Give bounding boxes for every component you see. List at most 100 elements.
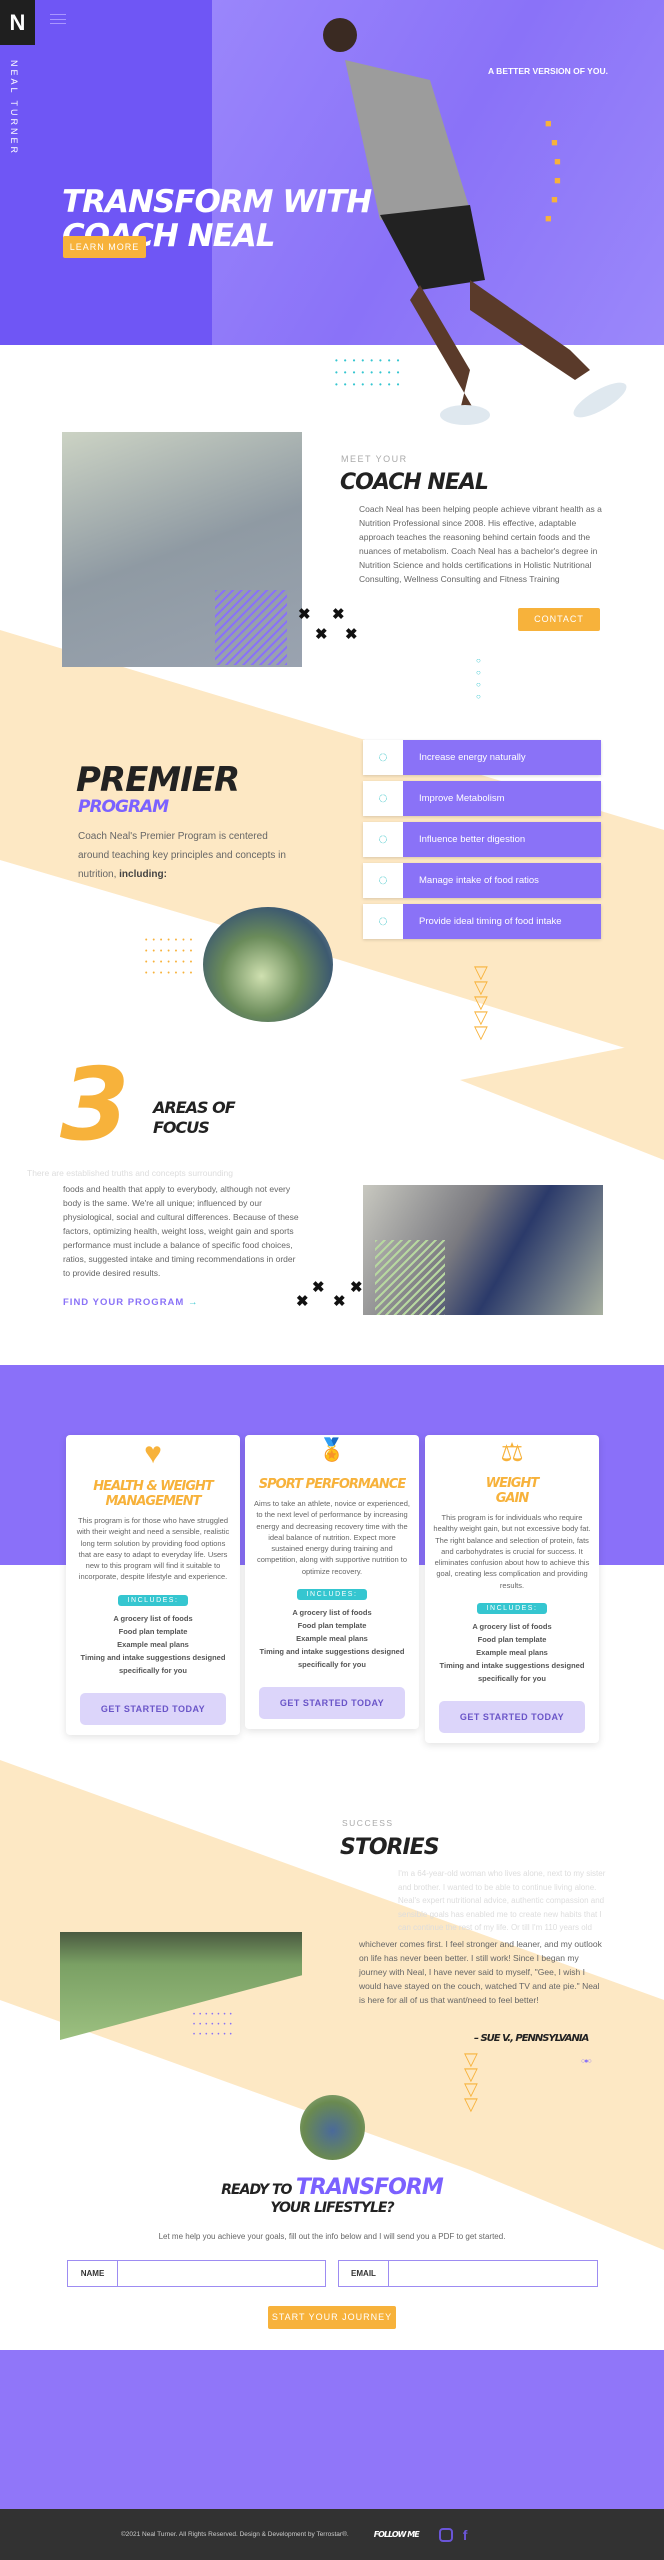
program-description: This program is for individuals who requ… [433,1513,591,1590]
contact-button[interactable]: CONTACT [518,608,600,631]
benefit-item: ◌ Influence better digestion [363,822,601,857]
email-field[interactable]: EMAIL [338,2260,598,2287]
footer-copyright: ©2021 Neal Turner. All Rights Reserved. … [121,2531,349,2538]
cta-avatar-photo [300,2095,365,2160]
program-card-sport: 🏅 SPORT PERFORMANCE Aims to take an athl… [245,1435,419,1730]
footer: ©2021 Neal Turner. All Rights Reserved. … [0,2509,664,2560]
areas-number: 3 [60,1046,130,1163]
program-description: Aims to take an athlete, novice or exper… [254,1499,410,1576]
menu-hamburger-icon[interactable] [50,14,66,24]
benefit-label: Influence better digestion [403,822,601,857]
benefit-item: ◌ Manage intake of food ratios [363,863,601,898]
cta-subtitle: Let me help you achieve your goals, fill… [158,2232,506,2241]
start-your-journey-button[interactable]: START YOUR JOURNEY [268,2306,396,2329]
include-item: Food plan template [118,1626,188,1636]
include-item: Food plan template [297,1621,367,1631]
learn-more-button[interactable]: LEARN MORE [63,236,146,258]
facebook-icon[interactable]: f [463,2527,468,2543]
includes-list: A grocery list of foods Food plan templat… [74,1612,232,1677]
scale-tape-icon: ⚖ [500,1437,524,1467]
cta-title-a: READY TO [221,2182,292,2198]
purple-hatch-decoration [215,590,287,665]
x-mark-icon: ✖ [298,606,311,623]
get-started-button[interactable]: GET STARTED TODAY [259,1687,405,1720]
benefit-label: Manage intake of food ratios [403,863,601,898]
about-eyebrow: MEET YOUR [341,454,408,464]
purple-dot-grid-decoration: ••••••• ••••••• ••••••• [193,2012,236,2038]
include-item: A grocery list of foods [292,1608,372,1618]
hero-title-line1: TRANSFORM WITH [62,184,372,220]
x-mark-icon: ✖ [296,1293,309,1310]
program-title: WEIGHT GAIN [485,1476,539,1506]
hero-left-panel [0,0,212,345]
get-started-button[interactable]: GET STARTED TODAY [439,1701,585,1734]
include-item: Food plan template [477,1635,547,1645]
benefit-label: Provide ideal timing of food intake [403,904,601,939]
premier-title: PREMIER [76,760,240,800]
check-circle-icon: ◌ [363,740,403,775]
name-input[interactable] [118,2261,325,2286]
program-card-health: ♥ HEALTH & WEIGHT MANAGEMENT This progra… [66,1435,240,1735]
teal-dot-grid-decoration: •••••••• •••••••• •••••••• [335,356,406,389]
includes-badge: INCLUDES: [296,1589,368,1601]
premier-subtitle: PROGRAM [78,797,169,817]
instagram-icon[interactable] [438,2527,453,2542]
testimonial-quote: whichever comes first. I feel stronger a… [359,1939,602,2005]
premier-body-text: Coach Neal's Premier Program is centered… [78,831,286,880]
logo[interactable]: N [0,0,35,45]
benefit-label: Improve Metabolism [403,781,601,816]
premier-benefits-list: ◌ Increase energy naturally ◌ Improve Meta… [363,740,601,939]
include-item: Example meal plans [296,1634,368,1644]
x-mark-icon: ✖ [315,626,328,643]
includes-list: A grocery list of foods Food plan templat… [253,1606,411,1671]
about-body: Coach Neal has been helping people achie… [359,504,602,584]
orange-triangles-decoration: ▽ ▽ ▽ ▽ ▽ [474,962,488,1042]
heart-rate-icon: ♥ [144,1437,162,1470]
cta-title-c: YOUR LIFESTYLE? [270,2200,394,2216]
testimonial-author: – SUE V., PENNSYLVANIA [474,2033,589,2044]
get-started-button[interactable]: GET STARTED TODAY [80,1692,226,1725]
stories-title: STORIES [340,1835,440,1860]
about-title: COACH NEAL [340,470,489,495]
areas-title-line1: AREAS OF [153,1098,236,1117]
orange-dot-grid-decoration: ••••••• ••••••• ••••••• ••••••• [145,937,198,977]
peach-band-4 [460,1040,664,1160]
check-circle-icon: ◌ [363,822,403,857]
carousel-dots[interactable]: ○●○ [581,2058,592,2065]
includes-list: A grocery list of foods Food plan templat… [433,1620,591,1685]
name-label: NAME [68,2261,118,2286]
email-input[interactable] [389,2261,597,2286]
find-program-label: FIND YOUR PROGRAM [63,1297,185,1308]
include-item: Example meal plans [476,1648,548,1658]
x-mark-icon: ✖ [350,1279,363,1296]
orange-triangles-decoration: ▽ ▽ ▽ ▽ [464,2049,478,2114]
email-label: EMAIL [339,2261,389,2286]
program-card-weight-gain: ⚖ WEIGHT GAIN This program is for indivi… [425,1435,599,1744]
program-title: HEALTH & WEIGHT MANAGEMENT [93,1479,214,1509]
include-item: Timing and intake suggestions designed s… [80,1652,226,1675]
cta-title-b: TRANSFORM [295,2175,444,2200]
green-hatch-decoration [375,1240,445,1315]
bottom-image-band [0,2350,664,2510]
include-item: Timing and intake suggestions designed s… [259,1647,405,1670]
x-mark-icon: ✖ [332,606,345,623]
include-item: A grocery list of foods [472,1622,552,1632]
benefit-item: ◌ Increase energy naturally [363,740,601,775]
includes-badge: INCLUDES: [117,1594,189,1606]
benefit-label: Increase energy naturally [403,740,601,775]
follow-me-label: FOLLOW ME [373,2530,420,2539]
medal-icon: 🏅 [318,1437,346,1462]
include-item: Timing and intake suggestions designed s… [439,1661,585,1684]
arrow-right-icon: → [187,1297,199,1308]
name-field[interactable]: NAME [67,2260,326,2287]
cta-heading: READY TO TRANSFORM YOUR LIFESTYLE? [0,2175,664,2216]
premier-body: Coach Neal's Premier Program is centered… [78,827,298,884]
areas-title: AREAS OF FOCUS [153,1098,236,1138]
find-your-program-link[interactable]: FIND YOUR PROGRAM → [63,1297,198,1308]
areas-body-faded: There are established truths and concept… [27,1168,234,1178]
x-mark-icon: ✖ [333,1293,346,1310]
x-mark-icon: ✖ [312,1279,325,1296]
vertical-brand-name: NEAL TURNER [9,60,19,157]
teal-circle-dots-decoration: ○ ○ ○ ○ [476,656,481,701]
check-circle-icon: ◌ [363,863,403,898]
